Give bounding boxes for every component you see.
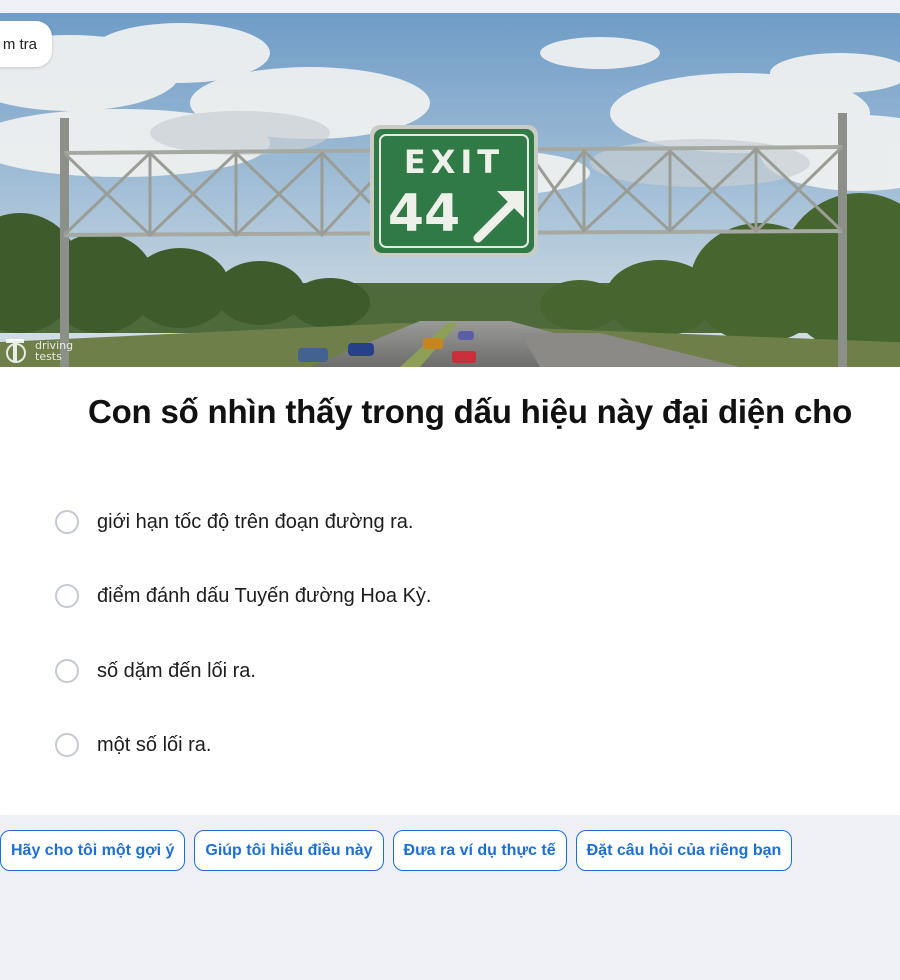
radio-button[interactable] xyxy=(55,510,79,534)
question-image: EXIT 44 driving tests xyxy=(0,13,900,367)
tab-label-text: m tra xyxy=(2,35,37,53)
answer-option-3[interactable]: số dặm đến lối ra. xyxy=(55,656,256,686)
answer-option-label: giới hạn tốc độ trên đoạn đường ra. xyxy=(97,510,414,533)
ask-own-question-button[interactable]: Đặt câu hỏi của riêng bạn xyxy=(575,830,793,871)
answer-option-label: một số lối ra. xyxy=(97,733,212,756)
answer-option-4[interactable]: một số lối ra. xyxy=(55,730,211,760)
question-text: Con số nhìn thấy trong dấu hiệu này đại … xyxy=(87,393,853,430)
answer-option-2[interactable]: điểm đánh dấu Tuyến đường Hoa Kỳ. xyxy=(55,581,432,611)
explain-button[interactable]: Giúp tôi hiểu điều này xyxy=(194,830,384,871)
exit-sign: EXIT 44 xyxy=(370,125,538,257)
answer-option-1[interactable]: giới hạn tốc độ trên đoạn đường ra. xyxy=(55,507,413,537)
answer-option-label: điểm đánh dấu Tuyến đường Hoa Kỳ. xyxy=(97,584,432,607)
tab-label[interactable]: m tra xyxy=(0,21,52,67)
watermark-line2: tests xyxy=(35,350,62,363)
answer-option-label: số dặm đến lối ra. xyxy=(97,659,256,682)
radio-button[interactable] xyxy=(55,584,79,608)
real-example-button[interactable]: Đưa ra ví dụ thực tế xyxy=(392,830,567,871)
sign-top-text: EXIT xyxy=(404,143,504,181)
sign-number-text: 44 xyxy=(388,184,460,244)
ai-action-chips: Hãy cho tôi một gợi ý Giúp tôi hiểu điều… xyxy=(0,830,793,871)
hint-button[interactable]: Hãy cho tôi một gợi ý xyxy=(0,830,186,871)
radio-button[interactable] xyxy=(55,733,79,757)
radio-button[interactable] xyxy=(55,659,79,683)
